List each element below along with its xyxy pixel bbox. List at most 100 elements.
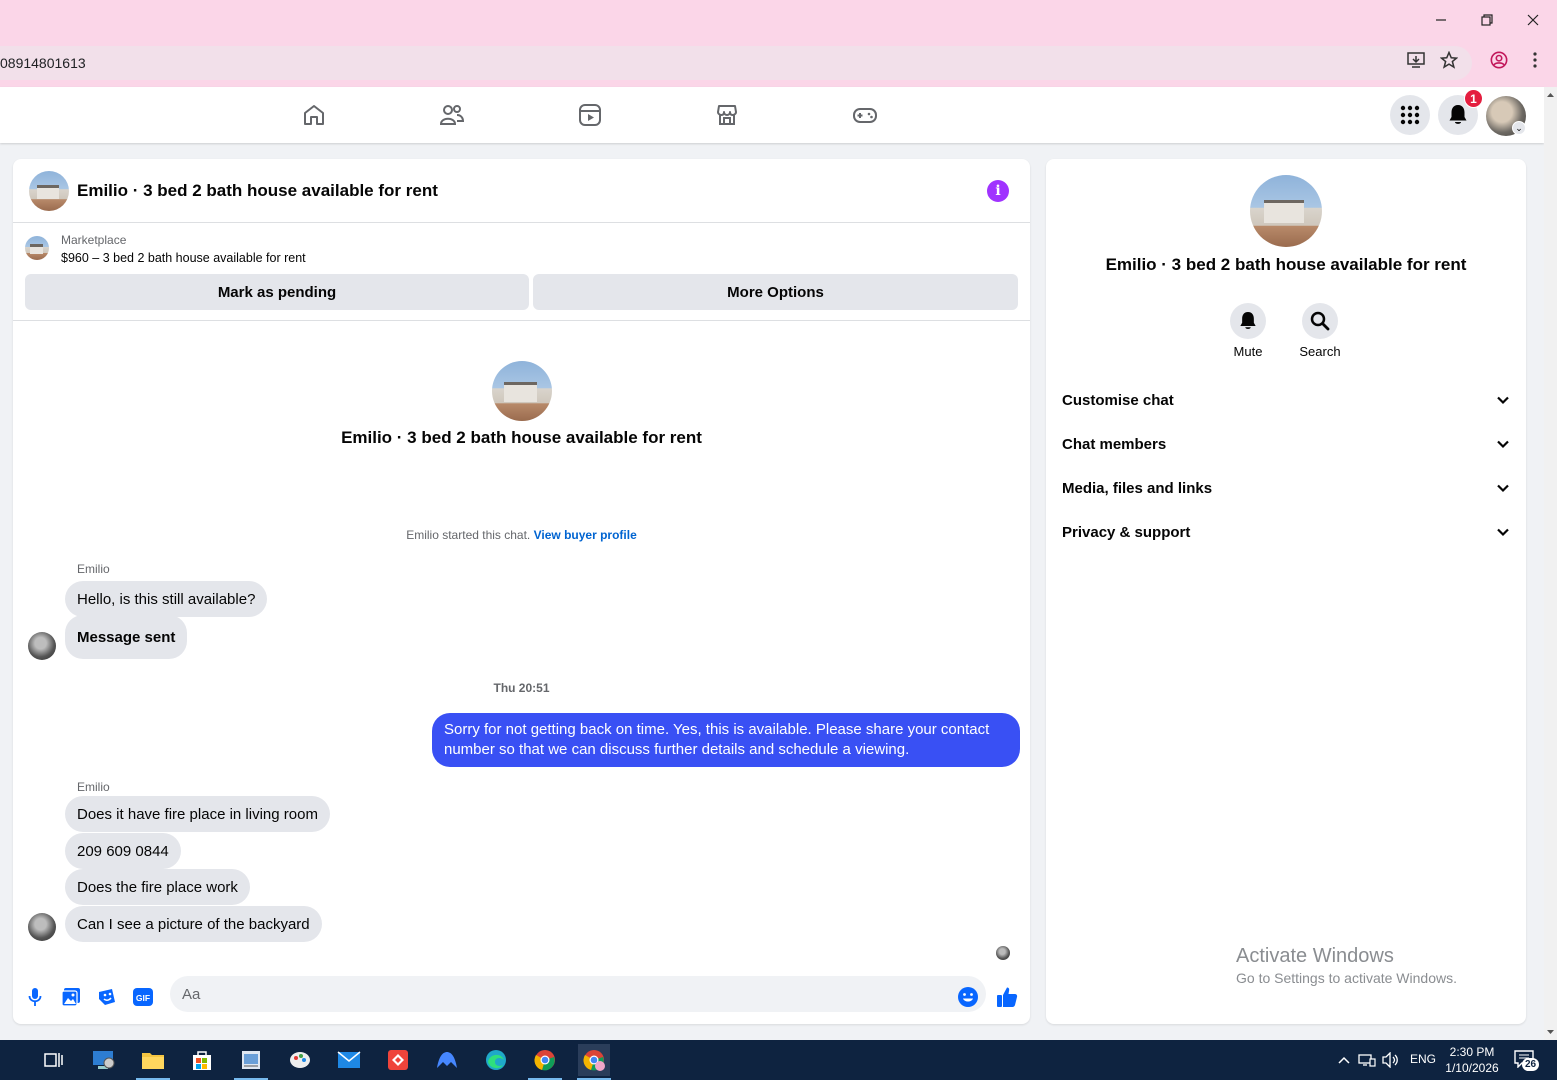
bell-icon [1240,312,1256,329]
section-label: Privacy & support [1062,523,1191,541]
clock-date: 1/10/2026 [1445,1061,1499,1075]
search-label: Search [1299,344,1341,359]
chat-info-panel: Emilio · 3 bed 2 bath house available fo… [1046,159,1526,1024]
section-media-files-links[interactable]: Media, files and links [1062,466,1510,510]
paint-app-icon[interactable] [284,1044,316,1076]
sender-name: Emilio [77,562,110,576]
url-box[interactable]: 08914801613 [0,46,1472,80]
restore-button[interactable] [1464,0,1510,40]
chevron-down-icon[interactable]: ⌄ [1512,121,1526,135]
incoming-message[interactable]: Hello, is this still available? [65,581,268,617]
mute-button[interactable] [1230,303,1266,339]
section-chat-members[interactable]: Chat members [1062,422,1510,466]
more-options-button[interactable]: More Options [533,274,1018,310]
view-buyer-profile-link[interactable]: View buyer profile [534,528,637,542]
friends-icon[interactable] [438,101,466,129]
marketplace-label: Marketplace [61,233,127,247]
chat-avatar[interactable] [29,171,69,211]
file-explorer-icon[interactable] [137,1044,169,1076]
seen-indicator-avatar [996,946,1010,960]
clock[interactable]: 2:30 PM 1/10/2026 [1440,1044,1504,1076]
browser-menu-icon[interactable] [1525,50,1545,70]
scroll-up-arrow-icon[interactable] [1544,89,1557,101]
grid-icon [1400,105,1420,125]
sticker-icon[interactable] [95,985,119,1009]
incoming-message[interactable]: Can I see a picture of the backyard [65,906,322,942]
hero-name: Emilio · 3 bed 2 bath house available fo… [341,428,702,447]
info-name: Emilio · 3 bed 2 bath house available fo… [1105,255,1467,274]
sender-name: Emilio [77,780,110,794]
incoming-message[interactable]: 209 609 0844 [65,833,181,869]
section-customise-chat[interactable]: Customise chat [1062,378,1510,422]
marketplace-icon[interactable] [713,101,741,129]
activate-windows-watermark: Activate Windows Go to Settings to activ… [1236,945,1457,986]
edge-browser-icon[interactable] [480,1044,512,1076]
chat-started-notice: Emilio started this chat. View buyer pro… [13,528,1030,542]
scroll-down-arrow-icon[interactable] [1544,1026,1557,1038]
action-center-button[interactable]: 26 [1514,1050,1544,1072]
network-icon[interactable] [1358,1053,1376,1067]
message-composer: GIF [13,969,1030,1024]
hero-avatar [492,361,552,421]
photos-app-icon[interactable] [235,1044,267,1076]
menu-grid-button[interactable] [1390,95,1430,135]
listing-description[interactable]: $960 – 3 bed 2 bath house available for … [61,251,306,265]
thumbs-up-icon[interactable] [995,985,1019,1009]
facebook-top-nav [0,87,1544,143]
chevron-down-icon [1497,440,1509,449]
watermark-subtitle: Go to Settings to activate Windows. [1236,970,1457,986]
photo-icon[interactable] [59,985,83,1009]
notification-badge: 1 [1464,89,1483,108]
video-icon[interactable] [576,101,604,129]
message-timestamp: Thu 20:51 [493,681,550,695]
vpn-app-icon[interactable] [431,1044,463,1076]
notification-count-badge: 26 [1522,1058,1540,1071]
anydesk-icon[interactable] [382,1044,414,1076]
info-icon[interactable]: i [987,180,1009,202]
settings-app-icon[interactable] [88,1044,120,1076]
close-button[interactable] [1510,0,1556,40]
gif-icon[interactable]: GIF [131,985,155,1009]
chevron-down-icon [1497,396,1509,405]
chevron-up-icon[interactable] [1338,1056,1350,1064]
language-indicator[interactable]: ENG [1410,1052,1436,1066]
install-app-icon[interactable] [1406,50,1426,70]
url-text[interactable]: 08914801613 [0,55,86,71]
mail-app-icon[interactable] [333,1044,365,1076]
marketplace-listing-bar: Marketplace $960 – 3 bed 2 bath house av… [13,224,1030,321]
emoji-icon[interactable] [956,985,980,1009]
started-text: Emilio started this chat. [406,528,531,542]
incoming-message[interactable]: Message sent [65,615,188,659]
message-input[interactable] [170,976,986,1012]
search-icon [1310,311,1330,331]
incoming-message[interactable]: Does it have fire place in living room [65,796,330,832]
minimize-button[interactable] [1418,0,1464,40]
bookmark-star-icon[interactable] [1439,50,1459,70]
svg-text:GIF: GIF [136,993,150,1003]
search-button[interactable] [1302,303,1338,339]
chrome-browser-icon[interactable] [529,1044,561,1076]
info-avatar[interactable] [1250,175,1322,247]
chevron-down-icon [1497,528,1509,537]
bell-icon [1449,105,1467,124]
profile-icon[interactable] [1489,50,1509,70]
home-icon[interactable] [300,101,328,129]
outgoing-message[interactable]: Sorry for not getting back on time. Yes,… [432,713,1020,767]
chat-title[interactable]: Emilio · 3 bed 2 bath house available fo… [77,181,438,201]
mark-as-pending-button[interactable]: Mark as pending [25,274,529,310]
chrome-profile-browser-icon[interactable] [578,1044,610,1076]
microphone-icon[interactable] [23,985,47,1009]
mute-label: Mute [1233,344,1263,359]
sender-avatar[interactable] [28,913,56,941]
incoming-message[interactable]: Does the fire place work [65,869,250,905]
listing-thumbnail[interactable] [25,236,49,260]
minimize-icon [1436,19,1446,21]
section-privacy-support[interactable]: Privacy & support [1062,510,1510,554]
sender-avatar[interactable] [28,632,56,660]
task-view-icon[interactable] [38,1044,70,1076]
browser-title-bar [0,0,1557,40]
gaming-icon[interactable] [851,101,879,129]
store-icon[interactable] [186,1044,218,1076]
page-scrollbar[interactable] [1544,87,1557,1040]
volume-icon[interactable] [1382,1052,1400,1068]
